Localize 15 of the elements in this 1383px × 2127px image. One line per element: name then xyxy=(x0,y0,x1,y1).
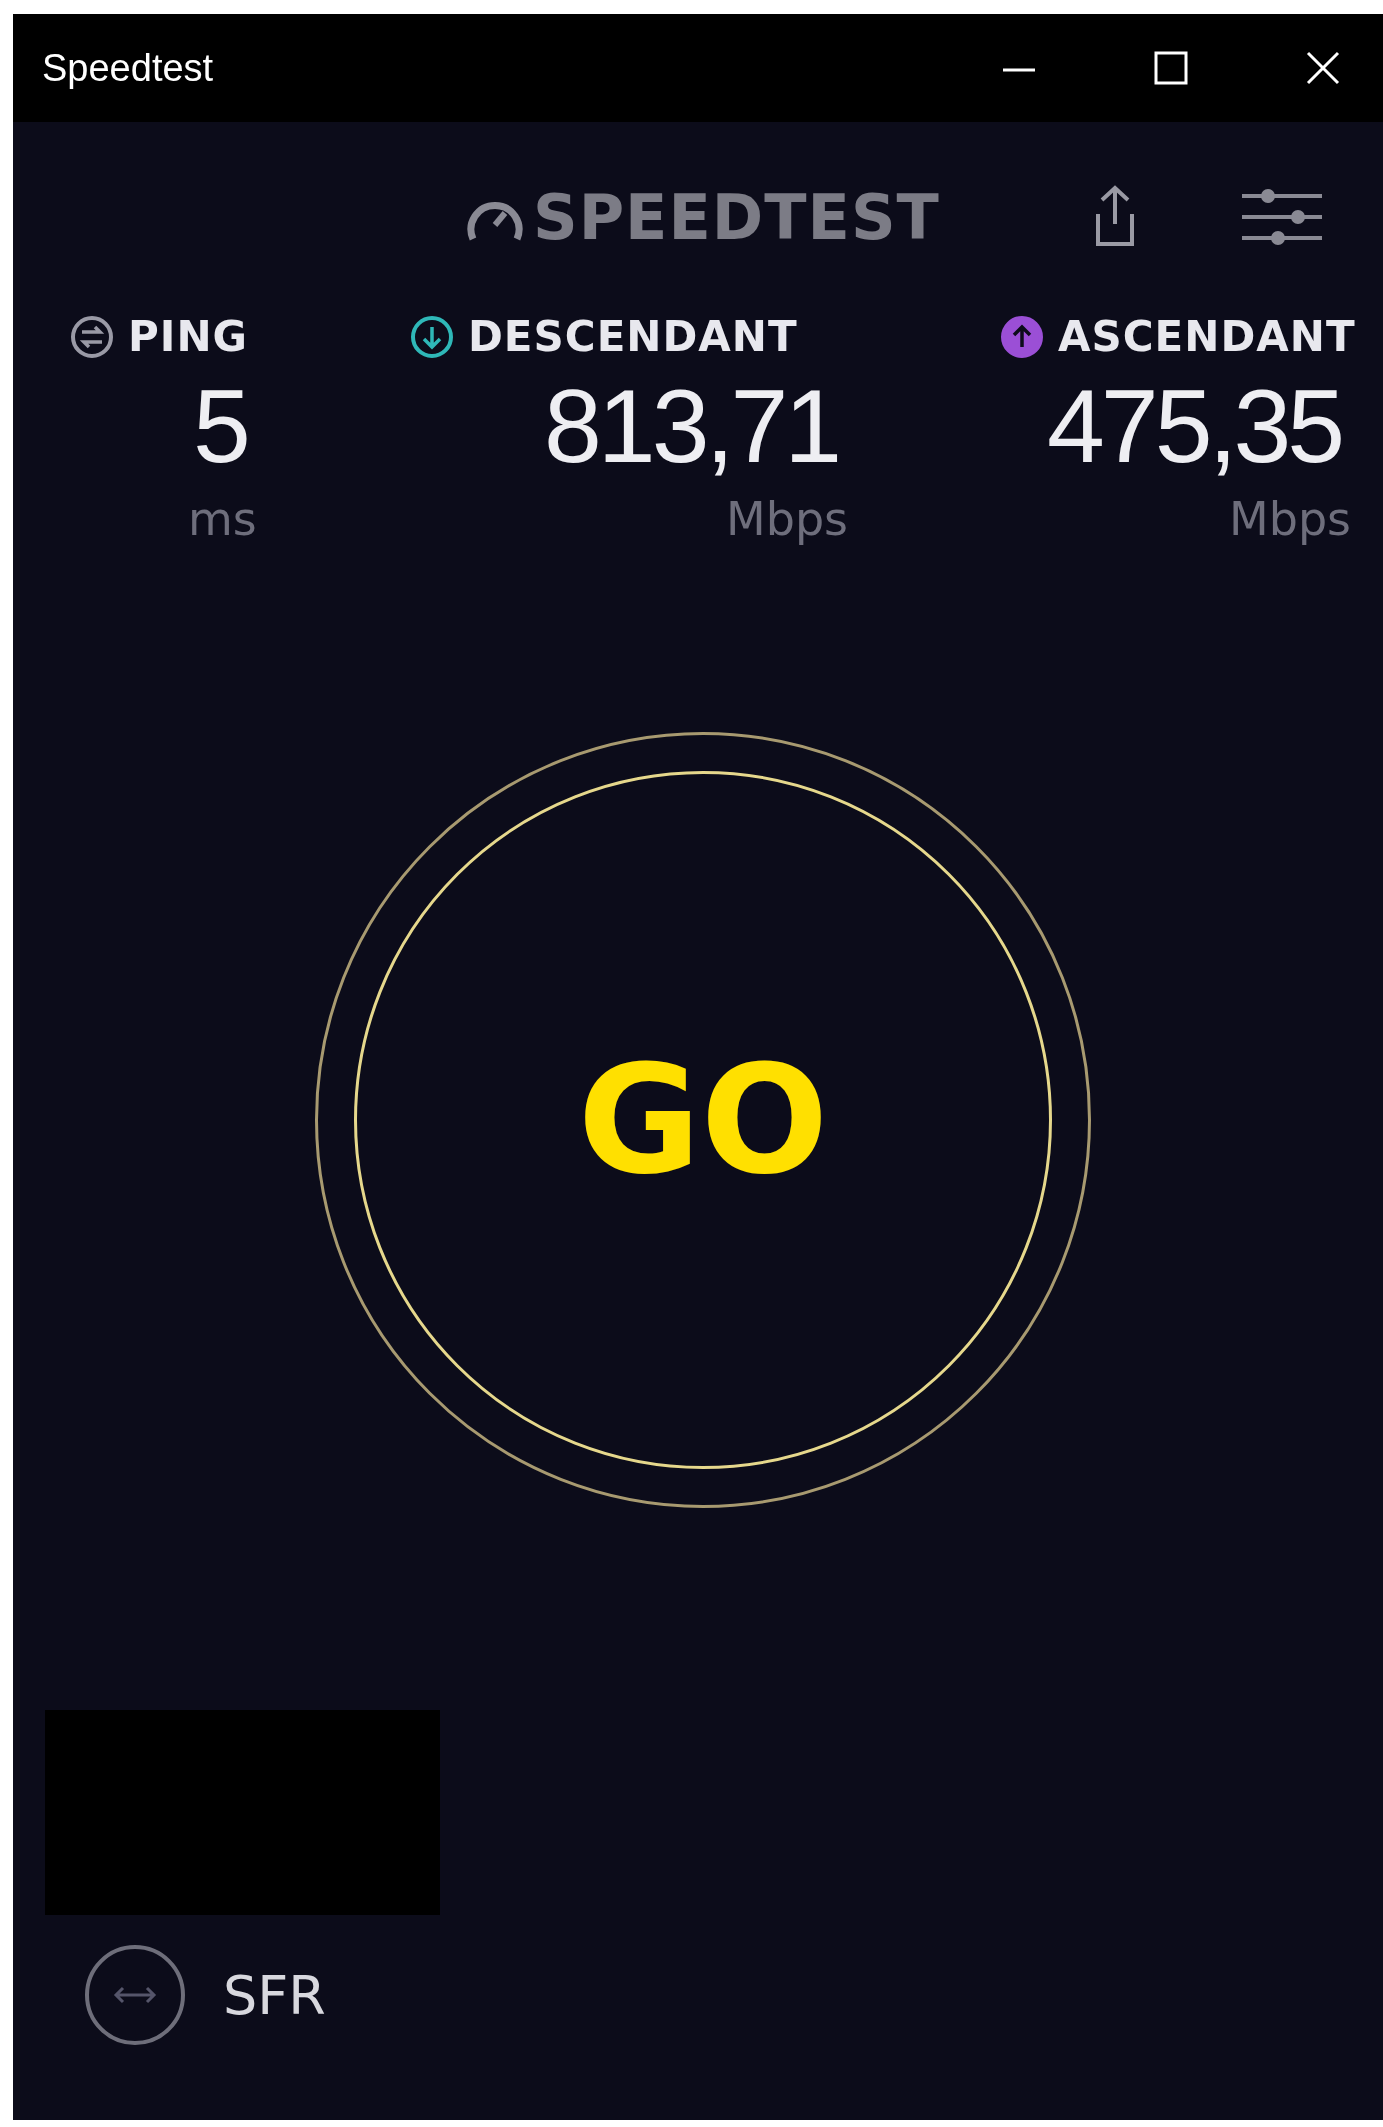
window-title: Speedtest xyxy=(42,46,214,90)
stat-label: PING xyxy=(128,312,249,361)
go-button[interactable]: GO xyxy=(354,771,1052,1469)
speedtest-logo: SPEEDTEST xyxy=(533,180,940,254)
stat-label: ASCENDANT xyxy=(1058,312,1356,361)
provider-name[interactable]: SFR xyxy=(223,1963,326,2027)
settings-icon[interactable] xyxy=(1239,186,1324,248)
stat-unit: ms xyxy=(188,491,257,547)
stat-value: 475,35 xyxy=(1046,367,1343,486)
stat-unit: Mbps xyxy=(1229,491,1352,547)
stat-value: 813,71 xyxy=(543,367,840,486)
stat-label: DESCENDANT xyxy=(468,312,798,361)
server-icon[interactable] xyxy=(83,1943,187,2047)
stat-value: 5 xyxy=(191,367,248,486)
stat-unit: Mbps xyxy=(726,491,849,547)
